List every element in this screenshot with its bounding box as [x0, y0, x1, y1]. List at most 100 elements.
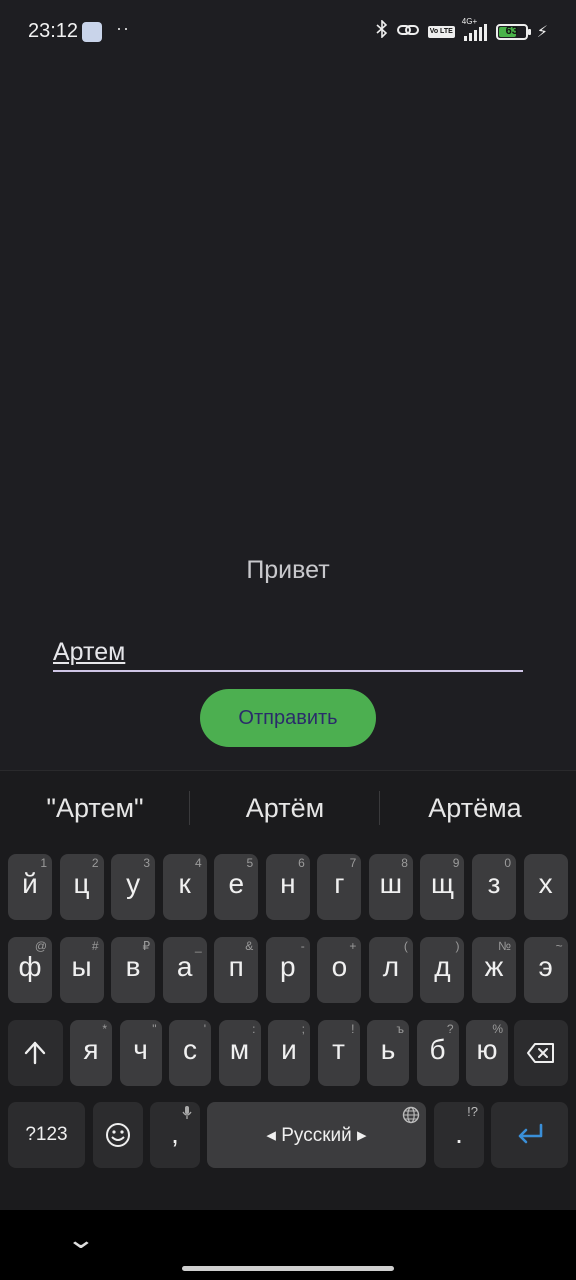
key-л[interactable]: (л	[368, 937, 413, 1003]
key-ф[interactable]: @ ф	[8, 937, 52, 1003]
key-щ[interactable]: 9щ	[420, 854, 465, 920]
key-label: к	[178, 868, 191, 899]
key-ч[interactable]: " ч	[119, 1020, 162, 1086]
suggestion-1[interactable]: "Артем"	[0, 793, 190, 824]
key-label: ы	[71, 951, 92, 982]
key-э[interactable]: ~ э	[523, 937, 568, 1003]
key-label: а	[176, 951, 193, 982]
key-label: т	[332, 1034, 345, 1065]
key-label: л	[382, 951, 400, 982]
backspace-icon	[526, 1042, 556, 1069]
period-key[interactable]: !? .	[434, 1102, 484, 1168]
language-label: Русский	[281, 1125, 352, 1146]
key-label: з	[487, 868, 501, 899]
key-м[interactable]: :м	[218, 1020, 261, 1086]
key-label: ж	[484, 951, 504, 982]
key-label: г	[334, 868, 345, 899]
emoji-key[interactable]	[93, 1102, 143, 1168]
key-а[interactable]: _ а	[162, 937, 207, 1003]
key-label: м	[229, 1034, 250, 1065]
key-label: в	[125, 951, 141, 982]
key-label: п	[228, 951, 244, 982]
symbols-key[interactable]: ?123	[8, 1102, 85, 1168]
period-key-label: .	[455, 1118, 463, 1149]
key-label: й	[22, 868, 38, 899]
key-х[interactable]: х	[523, 854, 568, 920]
send-button[interactable]: Отправить	[200, 689, 376, 747]
emoji-icon	[105, 1122, 131, 1153]
status-icons: Vo LTE 4G+ 63 ⚡	[376, 17, 548, 45]
key-я[interactable]: * я	[70, 1020, 112, 1086]
status-time: 23:12	[28, 20, 79, 42]
key-label: х	[538, 868, 553, 899]
key-label: о	[331, 951, 348, 982]
enter-key[interactable]	[491, 1102, 568, 1168]
space-key-label: ◂ Русский ▸	[266, 1125, 367, 1146]
key-к[interactable]: 4к	[162, 854, 207, 920]
key-label: э	[538, 951, 553, 982]
key-т[interactable]: ! т	[317, 1020, 360, 1086]
key-б[interactable]: ? б	[416, 1020, 459, 1086]
link-icon	[396, 20, 419, 44]
shift-icon	[23, 1040, 47, 1071]
keyboard: "Артем" Артём Артёма 1й2ц3у4к5е6н7г8ш9щ0…	[0, 770, 576, 1210]
battery-icon: 63	[495, 24, 531, 40]
key-и[interactable]: ; и	[268, 1020, 310, 1086]
key-label: и	[281, 1034, 297, 1065]
space-key[interactable]: ◂ Русский ▸	[207, 1102, 426, 1168]
key-ю[interactable]: % ю	[466, 1020, 508, 1086]
key-п[interactable]: & п	[214, 937, 259, 1003]
more-notifications-icon: ··	[116, 18, 130, 38]
key-в[interactable]: ₽ в	[111, 937, 156, 1003]
comma-key[interactable]: ,	[150, 1102, 200, 1168]
key-label: я	[83, 1034, 99, 1065]
status-bar: 23:12 ·· Vo LTE 4G+ 63 ⚡	[0, 0, 576, 64]
globe-icon	[402, 1106, 420, 1129]
key-г[interactable]: 7г	[317, 854, 362, 920]
key-с[interactable]: ' с	[169, 1020, 211, 1086]
key-ы[interactable]: # ы	[59, 937, 104, 1003]
key-ц[interactable]: 2ц	[59, 854, 104, 920]
greeting-text: Привет	[246, 556, 330, 584]
symbols-key-label: ?123	[25, 1124, 68, 1145]
key-ш[interactable]: 8ш	[368, 854, 413, 920]
key-й[interactable]: 1й	[8, 854, 52, 920]
wrench-icon	[82, 22, 102, 42]
key-о[interactable]: + о	[317, 937, 362, 1003]
shift-key[interactable]	[8, 1020, 63, 1086]
key-label: н	[280, 868, 296, 899]
key-н[interactable]: 6н	[265, 854, 310, 920]
key-д[interactable]: ) д	[420, 937, 465, 1003]
bluetooth-icon	[376, 18, 388, 45]
key-е[interactable]: 5е	[214, 854, 259, 920]
home-gesture-bar[interactable]	[182, 1266, 394, 1271]
charging-icon: ⚡	[536, 24, 548, 41]
enter-icon	[515, 1122, 545, 1151]
hide-keyboard-icon[interactable]: ⌄	[66, 1224, 97, 1255]
period-key-sub: !?	[467, 1104, 478, 1119]
key-label: ф	[18, 951, 42, 982]
suggestion-3[interactable]: Артёма	[380, 793, 570, 824]
key-у[interactable]: 3у	[111, 854, 156, 920]
name-input[interactable]	[53, 634, 523, 672]
key-ж[interactable]: № ж	[472, 937, 517, 1003]
key-ь[interactable]: ъь	[367, 1020, 409, 1086]
key-label: ц	[73, 868, 90, 899]
key-label: д	[434, 951, 451, 982]
network-type: 4G+	[461, 17, 478, 26]
suggestion-2[interactable]: Артём	[190, 793, 380, 824]
battery-level: 63	[505, 25, 518, 37]
key-label: р	[280, 951, 296, 982]
key-label: е	[228, 868, 245, 899]
navigation-bar: ⌄	[0, 1210, 576, 1280]
key-label: у	[126, 868, 141, 899]
key-label: щ	[430, 868, 454, 899]
key-label: ь	[380, 1034, 396, 1065]
signal-icon: 4G+	[462, 17, 487, 41]
key-label: б	[429, 1034, 446, 1065]
comma-key-label: ,	[171, 1118, 179, 1149]
backspace-key[interactable]	[514, 1020, 568, 1086]
key-р[interactable]: -р	[265, 937, 310, 1003]
key-label: ш	[379, 868, 403, 899]
key-з[interactable]: 0з	[472, 854, 517, 920]
